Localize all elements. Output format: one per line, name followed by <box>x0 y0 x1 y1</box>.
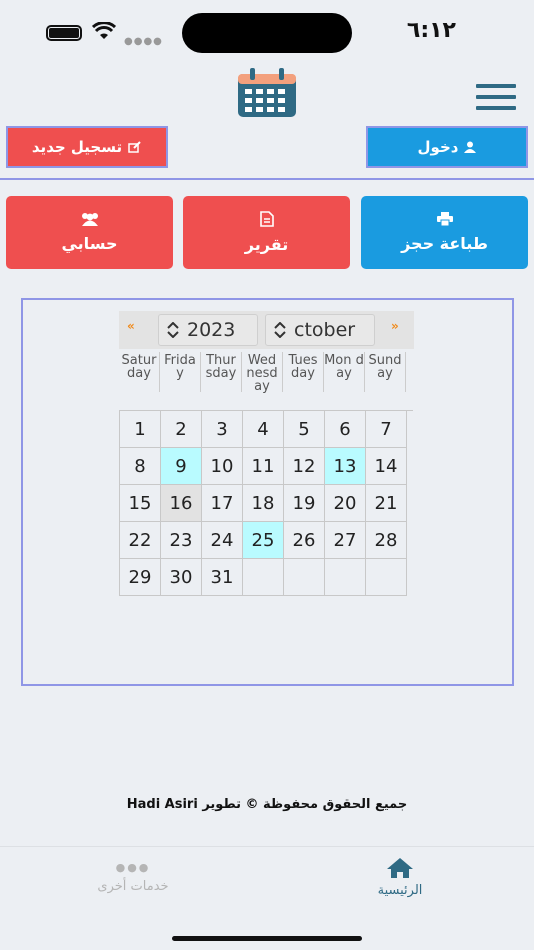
calendar-day[interactable]: 31 <box>202 559 243 596</box>
calendar-day[interactable]: 19 <box>284 485 325 522</box>
my-account-button[interactable]: حسابي <box>6 196 173 269</box>
hamburger-icon[interactable] <box>476 84 516 110</box>
calendar-day[interactable]: 24 <box>202 522 243 559</box>
wifi-icon <box>92 22 116 39</box>
calendar-day[interactable]: 1 <box>120 411 161 448</box>
calendar-day[interactable]: 8 <box>120 448 161 485</box>
calendar-day[interactable]: 6 <box>325 411 366 448</box>
weekday-label: Wed nesd ay <box>242 352 283 393</box>
signal-icon: ●●●● <box>124 36 163 47</box>
status-time: ٦:١٢ <box>406 18 456 43</box>
calendar-day[interactable]: 29 <box>120 559 161 596</box>
weekday-label: Satur day <box>119 352 160 392</box>
year-select[interactable]: 2023 <box>158 314 258 346</box>
year-value: 2023 <box>187 319 236 341</box>
status-bar: ●●●● ٦:١٢ <box>0 0 534 60</box>
print-booking-label: طباعة حجز <box>401 234 488 253</box>
calendar-day[interactable]: 5 <box>284 411 325 448</box>
calendar-day[interactable]: 13 <box>325 448 366 485</box>
calendar-day[interactable]: 26 <box>284 522 325 559</box>
weekday-label: Mon day <box>324 352 365 392</box>
user-icon <box>464 141 477 153</box>
more-icon: ●●● <box>115 861 151 874</box>
calendar-day[interactable]: 30 <box>161 559 202 596</box>
login-button[interactable]: دخول <box>366 126 528 168</box>
battery-icon <box>46 25 82 41</box>
home-indicator <box>172 936 362 941</box>
month-value: ctober <box>294 319 356 341</box>
tab-home-label: الرئيسية <box>377 883 423 898</box>
calendar-day[interactable]: 2 <box>161 411 202 448</box>
calendar-day[interactable]: 25 <box>243 522 284 559</box>
calendar-day[interactable]: 27 <box>325 522 366 559</box>
weekday-label: Tues day <box>283 352 324 392</box>
calendar-day[interactable]: 7 <box>366 411 407 448</box>
tab-bar: الرئيسية ●●● خدمات أخرى <box>0 846 534 950</box>
tab-home[interactable]: الرئيسية <box>340 857 460 898</box>
my-account-label: حسابي <box>61 234 118 253</box>
weekday-label: Sund ay <box>365 352 406 392</box>
register-button[interactable]: تسجيل جديد <box>6 126 168 168</box>
calendar-day[interactable]: 28 <box>366 522 407 559</box>
users-icon <box>81 213 98 226</box>
calendar-day[interactable]: 10 <box>202 448 243 485</box>
home-icon <box>387 858 413 878</box>
copyright-text: جميع الحقوق محفوظة © تطوير Hadi Asiri <box>126 797 408 812</box>
calendar-day[interactable]: 23 <box>161 522 202 559</box>
chevron-updown-icon <box>167 322 179 338</box>
next-month-button[interactable]: » <box>391 319 399 333</box>
register-label: تسجيل جديد <box>31 138 123 156</box>
calendar-empty-cell <box>243 559 284 596</box>
calendar-empty-cell <box>366 559 407 596</box>
dynamic-island <box>182 13 352 53</box>
calendar-day[interactable]: 9 <box>161 448 202 485</box>
edit-icon <box>128 141 141 153</box>
weekday-header: Satur day Frida y Thur sday Wed nesd ay … <box>119 352 414 393</box>
calendar-day[interactable]: 21 <box>366 485 407 522</box>
tab-more-label: خدمات أخرى <box>97 879 169 894</box>
calendar-day[interactable]: 17 <box>202 485 243 522</box>
weekday-label: Frida y <box>160 352 201 392</box>
month-select[interactable]: ctober <box>265 314 375 346</box>
calendar-days-grid: 1 2 3 4 5 6 7 8 9 10 11 12 13 14 15 16 17 18 19 20 21 22 23 24 2… <box>119 410 413 596</box>
calendar-day[interactable]: 3 <box>202 411 243 448</box>
chevron-updown-icon <box>274 322 286 338</box>
prev-month-button[interactable]: « <box>127 319 135 333</box>
calendar-day[interactable]: 16 <box>161 485 202 522</box>
weekday-label: Thur sday <box>201 352 242 392</box>
calendar-day[interactable]: 11 <box>243 448 284 485</box>
report-label: تقرير <box>244 235 289 254</box>
login-label: دخول <box>417 138 459 156</box>
calendar-empty-cell <box>325 559 366 596</box>
document-icon <box>259 211 274 227</box>
calendar-day[interactable]: 12 <box>284 448 325 485</box>
divider <box>0 178 534 180</box>
calendar-day[interactable]: 4 <box>243 411 284 448</box>
printer-icon <box>436 212 453 226</box>
calendar-empty-cell <box>284 559 325 596</box>
tab-more-services[interactable]: ●●● خدمات أخرى <box>73 857 193 894</box>
calendar-day[interactable]: 22 <box>120 522 161 559</box>
print-booking-button[interactable]: طباعة حجز <box>361 196 528 269</box>
calendar-day[interactable]: 14 <box>366 448 407 485</box>
calendar-day[interactable]: 15 <box>120 485 161 522</box>
calendar-day[interactable]: 20 <box>325 485 366 522</box>
report-button[interactable]: تقرير <box>183 196 350 269</box>
calendar-icon <box>238 68 296 117</box>
calendar-day[interactable]: 18 <box>243 485 284 522</box>
